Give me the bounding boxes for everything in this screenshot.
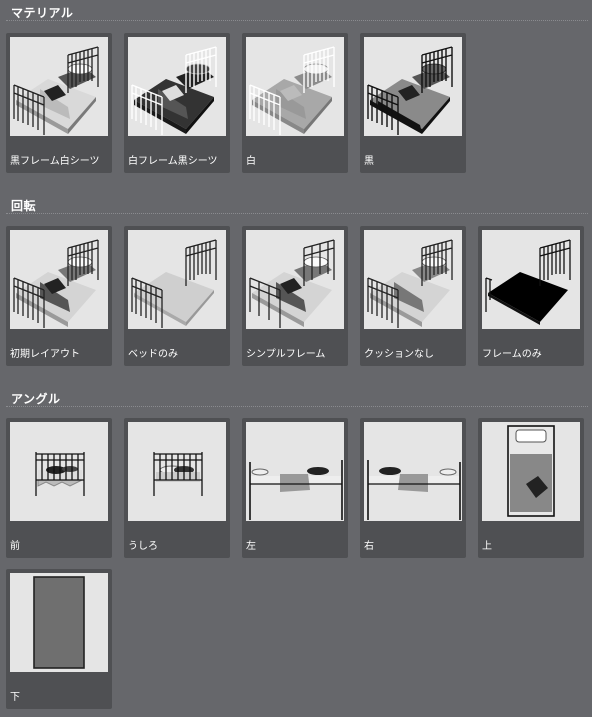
thumbnail-card[interactable]: 前	[6, 418, 112, 558]
thumbnail-label: 左	[246, 541, 256, 552]
section-title: マテリアル	[11, 6, 74, 20]
bed-top-view-icon	[482, 422, 580, 521]
bed-black-frame-white-sheet-icon	[10, 37, 108, 136]
thumbnail-label: 黒フレーム白シーツ	[10, 156, 100, 167]
section-title: 回転	[11, 199, 37, 213]
bed-simple-frame-icon	[246, 230, 344, 329]
thumbnail-card[interactable]: 黒フレーム白シーツ	[6, 33, 112, 173]
thumbnail-card[interactable]: 上	[478, 418, 584, 558]
bed-white-icon	[246, 37, 344, 136]
thumbnail-card[interactable]: フレームのみ	[478, 226, 584, 366]
bed-white-frame-black-sheet-icon	[128, 37, 226, 136]
bed-frame-only-icon	[482, 230, 580, 329]
thumbnail-label: ベッドのみ	[128, 349, 178, 360]
thumbnail-card[interactable]: 白フレーム黒シーツ	[124, 33, 230, 173]
bed-bottom-view-icon	[10, 573, 108, 672]
bed-only-icon	[128, 230, 226, 329]
thumbnail-card[interactable]: 左	[242, 418, 348, 558]
bed-initial-layout-icon	[10, 230, 108, 329]
thumbnail-card[interactable]: 下	[6, 569, 112, 709]
thumbnail-label: 下	[10, 692, 20, 703]
thumbnail-card[interactable]: クッションなし	[360, 226, 466, 366]
thumbnail-card[interactable]: 右	[360, 418, 466, 558]
section-divider	[6, 406, 588, 407]
section-divider	[6, 20, 588, 21]
thumbnail-label: シンプルフレーム	[246, 349, 326, 360]
thumbnail-label: クッションなし	[364, 349, 434, 360]
bed-left-view-icon	[246, 422, 344, 521]
thumbnail-label: 白	[246, 156, 256, 167]
thumbnail-card[interactable]: シンプルフレーム	[242, 226, 348, 366]
bed-no-cushion-icon	[364, 230, 462, 329]
thumbnail-card[interactable]: ベッドのみ	[124, 226, 230, 366]
thumbnail-label: 右	[364, 541, 374, 552]
bed-black-icon	[364, 37, 462, 136]
section-title: アングル	[11, 392, 61, 406]
thumbnail-card[interactable]: 黒	[360, 33, 466, 173]
thumbnail-label: うしろ	[128, 541, 158, 552]
bed-back-view-icon	[128, 422, 226, 521]
thumbnail-label: 白フレーム黒シーツ	[128, 156, 218, 167]
thumbnail-label: 前	[10, 541, 20, 552]
thumbnail-label: 初期レイアウト	[10, 349, 80, 360]
thumbnail-label: 黒	[364, 156, 374, 167]
thumbnail-label: 上	[482, 541, 492, 552]
thumbnail-card[interactable]: 白	[242, 33, 348, 173]
bed-front-view-icon	[10, 422, 108, 521]
thumbnail-card[interactable]: 初期レイアウト	[6, 226, 112, 366]
thumbnail-label: フレームのみ	[482, 349, 542, 360]
bed-right-view-icon	[364, 422, 462, 521]
section-divider	[6, 213, 588, 214]
thumbnail-card[interactable]: うしろ	[124, 418, 230, 558]
